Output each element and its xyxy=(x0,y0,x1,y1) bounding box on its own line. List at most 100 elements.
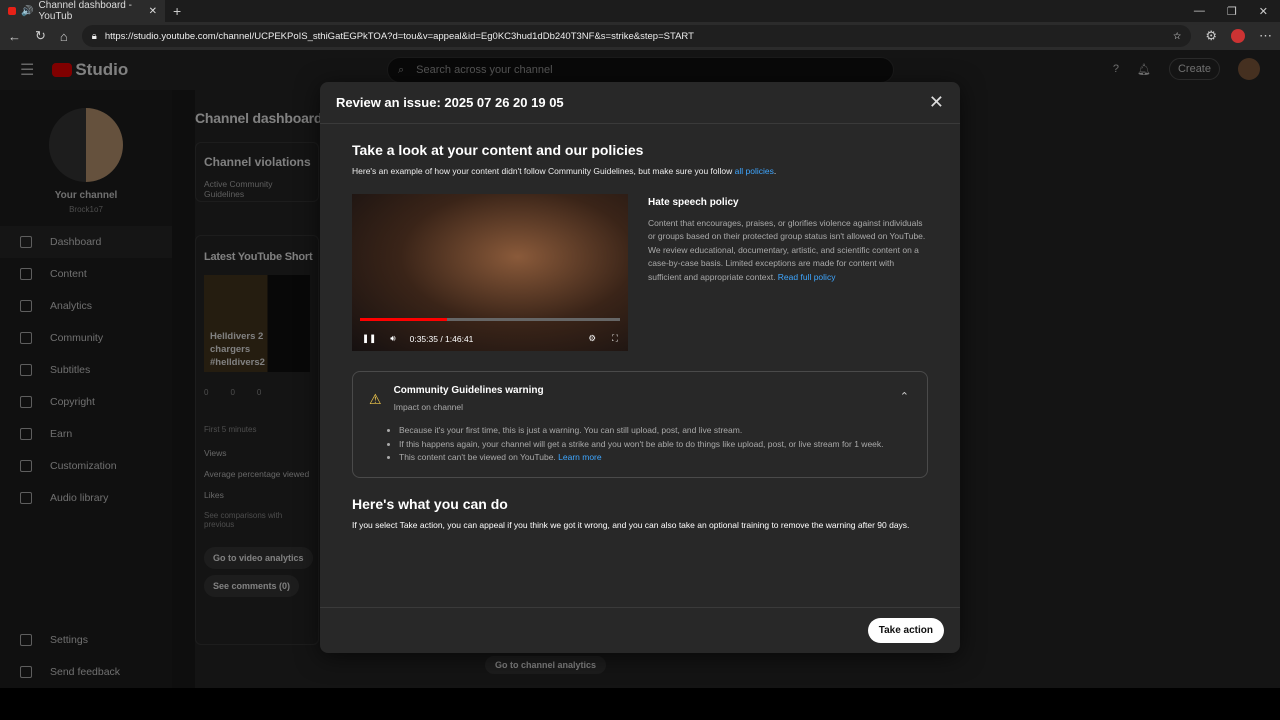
pause-icon[interactable]: ❚❚ xyxy=(362,333,376,344)
warning-bullet: If this happens again, your channel will… xyxy=(399,438,903,452)
sidebar-item-label: Audio library xyxy=(50,492,109,504)
earn-icon xyxy=(20,428,32,440)
channel-avatar[interactable] xyxy=(49,108,123,182)
new-tab-button[interactable]: + xyxy=(173,3,181,19)
sidebar-item-send-feedback[interactable]: Send feedback xyxy=(0,656,172,688)
violations-text: Active Community Guidelines xyxy=(204,179,273,199)
profile-icon[interactable] xyxy=(1231,29,1245,43)
see-comments-button[interactable]: See comments (0) xyxy=(204,575,300,597)
metric-avg-viewed: Average percentage viewed xyxy=(204,469,310,479)
help-icon[interactable]: ? xyxy=(1113,63,1119,75)
dashboard-icon xyxy=(20,236,32,248)
search-input[interactable]: ⌕ Search across your channel xyxy=(387,57,894,83)
warning-panel: ⚠ Community Guidelines warning Impact on … xyxy=(352,371,928,478)
warning-title: Community Guidelines warning xyxy=(393,385,544,396)
sidebar-item-analytics[interactable]: Analytics xyxy=(0,290,172,322)
learn-more-link[interactable]: Learn more xyxy=(558,452,601,462)
back-icon[interactable]: ← xyxy=(8,29,21,44)
settings-gear-icon[interactable]: ⚙ xyxy=(588,333,596,344)
go-to-video-analytics-button[interactable]: Go to video analytics xyxy=(204,547,313,569)
warning-triangle-icon: ⚠ xyxy=(369,391,382,407)
account-avatar[interactable] xyxy=(1238,58,1260,80)
your-channel-label: Your channel xyxy=(54,190,118,201)
read-full-policy-link[interactable]: Read full policy xyxy=(778,272,836,282)
analytics-icon xyxy=(20,300,32,312)
all-policies-link[interactable]: all policies xyxy=(735,166,774,176)
menu-icon[interactable]: ⋯ xyxy=(1259,28,1272,44)
sidebar-item-label: Send feedback xyxy=(50,666,121,678)
youtube-favicon-icon xyxy=(8,7,17,15)
copyright-icon xyxy=(20,396,32,408)
volume-icon[interactable]: 🔊︎ xyxy=(390,333,395,344)
sidebar-item-label: Customization xyxy=(50,460,117,472)
sidebar-item-dashboard[interactable]: Dashboard xyxy=(0,226,172,258)
studio-logo[interactable]: Studio xyxy=(52,60,128,80)
hamburger-menu-icon[interactable]: ☰ xyxy=(20,60,34,80)
sidebar-item-settings[interactable]: Settings xyxy=(0,624,172,656)
section-title-policies: Take a look at your content and our poli… xyxy=(352,142,644,158)
section-title-actions: Here's what you can do xyxy=(352,495,508,512)
warning-bullet: Because it's your first time, this is ju… xyxy=(399,424,903,438)
content-icon xyxy=(20,268,32,280)
close-window-icon[interactable]: ✕ xyxy=(1259,5,1268,18)
actions-text: If you select Take action, you can appea… xyxy=(352,519,910,530)
reload-icon[interactable]: ↻ xyxy=(35,28,46,44)
home-icon[interactable]: ⌂ xyxy=(60,29,68,44)
short-thumbnail[interactable]: Helldivers 2 chargers #helldivers2 xyxy=(204,275,310,372)
sidebar-item-community[interactable]: Community xyxy=(0,322,172,354)
browser-tab[interactable]: 🔊 Channel dashboard - YouTub ✕ xyxy=(0,0,165,22)
channel-handle: Brock1o7 xyxy=(69,205,103,214)
page-title: Channel dashboard xyxy=(195,110,323,126)
sidebar-item-label: Analytics xyxy=(50,300,93,312)
sidebar-item-content[interactable]: Content xyxy=(0,258,172,290)
warning-subtitle: Impact on channel xyxy=(393,402,464,412)
shorts-title: Latest YouTube Short xyxy=(204,251,313,263)
create-button[interactable]: Create xyxy=(1168,58,1220,80)
video-progress-bar[interactable] xyxy=(360,318,620,321)
sidebar-item-earn[interactable]: Earn xyxy=(0,418,172,450)
dialog-title: Review an issue: 2025 07 26 20 19 05 xyxy=(336,95,564,110)
sidebar-item-customization[interactable]: Customization xyxy=(0,450,172,482)
sidebar-item-label: Community xyxy=(50,332,104,344)
review-issue-dialog: Review an issue: 2025 07 26 20 19 05 ✕ Ta… xyxy=(320,82,960,653)
favorite-star-icon[interactable]: ☆ xyxy=(1173,31,1182,42)
go-to-channel-analytics-button[interactable]: Go to channel analytics xyxy=(485,656,607,674)
minimize-icon[interactable]: — xyxy=(1194,5,1205,18)
url-text: https://studio.youtube.com/channel/UCPEK… xyxy=(104,30,694,42)
close-icon[interactable]: ✕ xyxy=(929,92,944,113)
extensions-icon[interactable]: ⚙ xyxy=(1205,28,1217,44)
close-tab-icon[interactable]: ✕ xyxy=(149,6,157,17)
period-label: First 5 minutes xyxy=(204,425,257,434)
audio-library-icon xyxy=(20,492,32,504)
sidebar-item-audio-library[interactable]: Audio library xyxy=(0,482,172,514)
url-field[interactable]: 🔒︎ https://studio.youtube.com/channel/UCP… xyxy=(81,25,1192,47)
taskbar xyxy=(0,688,1280,720)
sidebar-item-label: Subtitles xyxy=(50,364,91,376)
video-player[interactable]: ❚❚ 🔊︎ 0:35:35 / 1:46:41 ⚙ ⛶ xyxy=(352,194,628,351)
metric-likes: Likes xyxy=(204,490,224,500)
subtitles-icon xyxy=(20,364,32,376)
tab-title: Channel dashboard - YouTub xyxy=(38,0,132,22)
sidebar: Your channel Brock1o7 Dashboard Content An… xyxy=(0,90,172,688)
maximize-icon[interactable]: ❐ xyxy=(1227,5,1237,18)
sidebar-item-label: Dashboard xyxy=(50,236,102,248)
take-action-button[interactable]: Take action xyxy=(867,618,944,643)
sidebar-item-subtitles[interactable]: Subtitles xyxy=(0,354,172,386)
warning-bullet: This content can't be viewed on YouTube.… xyxy=(399,451,903,465)
short-stats: 000 xyxy=(204,388,262,397)
violations-title: Channel violations xyxy=(204,155,311,169)
speaker-icon[interactable]: 🔊 xyxy=(21,6,33,17)
lock-icon: 🔒︎ xyxy=(91,30,97,42)
customization-icon xyxy=(20,460,32,472)
sidebar-item-label: Content xyxy=(50,268,87,280)
compare-link[interactable]: See comparisons with previous xyxy=(204,511,310,529)
feedback-icon xyxy=(20,666,32,678)
sidebar-item-label: Earn xyxy=(50,428,73,440)
community-icon xyxy=(20,332,32,344)
notifications-bell-icon[interactable]: 🔔︎ xyxy=(1137,63,1151,76)
chevron-up-icon[interactable]: ⌃ xyxy=(900,390,909,403)
video-time: 0:35:35 / 1:46:41 xyxy=(409,333,474,344)
fullscreen-icon[interactable]: ⛶ xyxy=(612,333,618,344)
section-text: Here's an example of how your content di… xyxy=(352,166,735,176)
sidebar-item-copyright[interactable]: Copyright xyxy=(0,386,172,418)
